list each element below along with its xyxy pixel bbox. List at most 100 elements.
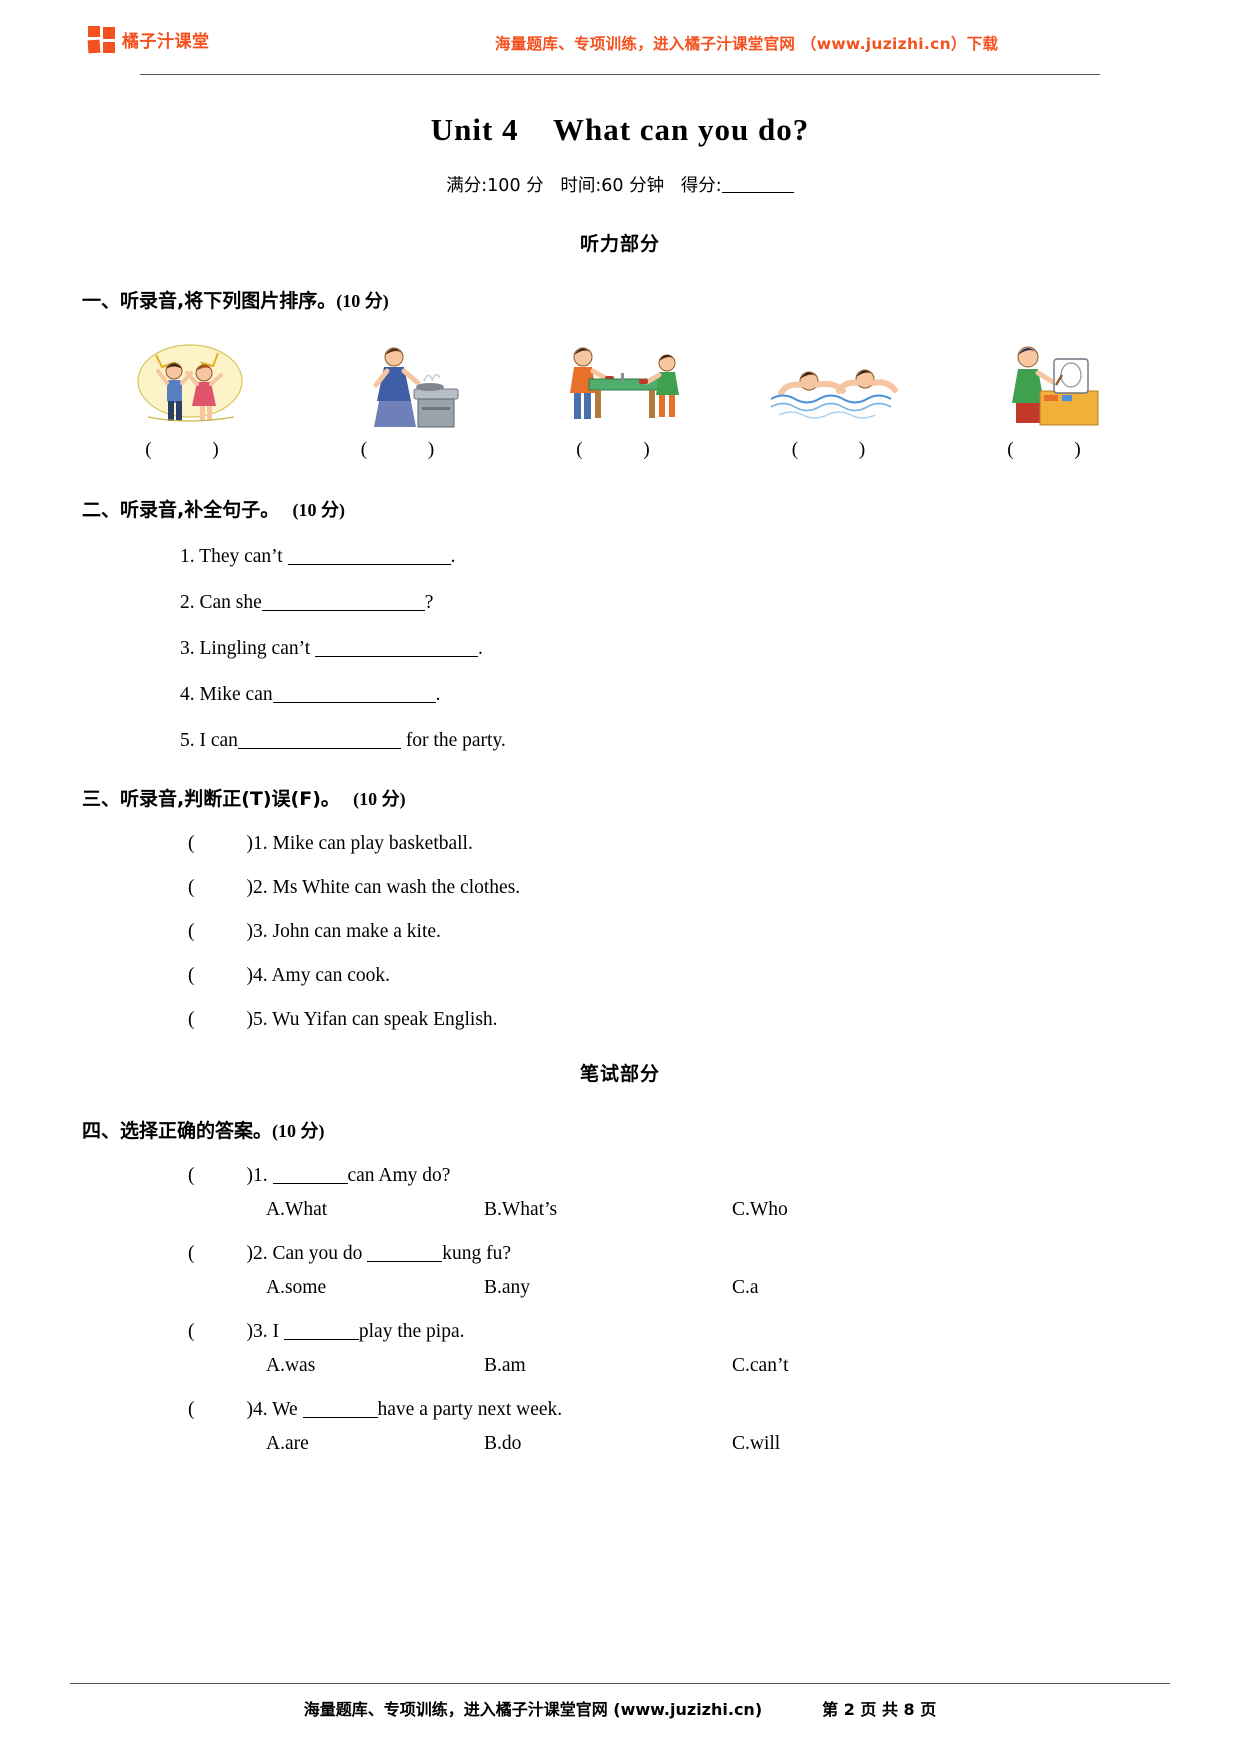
picture-cell-4[interactable]: ( ) xyxy=(765,337,915,461)
fill-item-5-num: 5. xyxy=(180,730,195,751)
picture-bracket-4[interactable]: ( ) xyxy=(786,439,893,461)
mc-item-2-after: kung fu? xyxy=(442,1243,512,1264)
mc-item-1-options: A.What B.What’s C.Who xyxy=(266,1199,1170,1221)
mc-item-2-stem[interactable]: ()2. Can you do kung fu? xyxy=(188,1243,1170,1265)
tf-item-5-text: Wu Yifan can speak English. xyxy=(272,1009,498,1030)
mc-item-2-option-c[interactable]: C.a xyxy=(732,1277,759,1299)
mc-item-4-options: A.are B.do C.will xyxy=(266,1433,1170,1455)
fill-item-4-after: . xyxy=(435,684,441,705)
fill-item-4-before: Mike can xyxy=(199,684,273,705)
mc-item-2-option-a[interactable]: A.some xyxy=(266,1277,484,1299)
mc-item-4-before: We xyxy=(267,1399,303,1420)
mc-item-2-blank[interactable] xyxy=(367,1261,443,1262)
score-blank[interactable] xyxy=(721,192,794,193)
footer-divider xyxy=(70,1683,1170,1684)
mc-item-2-options: A.some B.any C.a xyxy=(266,1277,1170,1299)
mc-item-3-before: I xyxy=(267,1321,284,1342)
fill-item-3: 3. Lingling can’t . xyxy=(180,638,1170,660)
mc-item-2-before: Can you do xyxy=(267,1243,368,1264)
mc-item-1-option-c[interactable]: C.Who xyxy=(732,1199,788,1221)
section-three-title: 三、听录音,判断正(T)误(F)。 xyxy=(82,788,340,810)
mc-item-3-option-a[interactable]: A.was xyxy=(266,1355,484,1377)
tf-item-4-text: Amy can cook. xyxy=(271,965,391,986)
mc-item-1-stem[interactable]: ()1. can Amy do? xyxy=(188,1165,1170,1187)
section-two-points: (10 分) xyxy=(292,500,345,520)
picture-bracket-1[interactable]: ( ) xyxy=(139,439,246,461)
section-one-heading: 一、听录音,将下列图片排序。(10 分) xyxy=(82,286,1170,313)
tf-item-3[interactable]: ()3. John can make a kite. xyxy=(188,921,1170,943)
score-label: 得分: xyxy=(680,176,722,196)
tf-item-4-num: 4. xyxy=(253,965,268,986)
fill-item-3-before: Lingling can’t xyxy=(199,638,316,659)
tf-item-3-num: 3. xyxy=(253,921,268,942)
mc-item-3-options: A.was B.am C.can’t xyxy=(266,1355,1170,1377)
picture-cell-2[interactable]: ( ) xyxy=(334,337,484,461)
mc-item-1-option-b[interactable]: B.What’s xyxy=(484,1199,732,1221)
mc-item-1-option-a[interactable]: A.What xyxy=(266,1199,484,1221)
fill-item-2-blank[interactable] xyxy=(261,610,425,611)
page-header: 橘子汁课堂 海量题库、专项训练，进入橘子汁课堂官网 （www.juzizhi.c… xyxy=(70,0,1170,76)
picture-bracket-2[interactable]: ( ) xyxy=(355,439,462,461)
fill-item-5-before: I can xyxy=(199,730,238,751)
tf-item-4[interactable]: ()4. Amy can cook. xyxy=(188,965,1170,987)
fill-item-1: 1. They can’t . xyxy=(180,546,1170,568)
picture-cell-1[interactable]: ( ) xyxy=(118,337,268,461)
mc-item-3-stem[interactable]: ()3. I play the pipa. xyxy=(188,1321,1170,1343)
fill-item-4-blank[interactable] xyxy=(272,702,436,703)
listening-part-banner: 听力部分 xyxy=(579,233,660,255)
brand-name: 橘子汁课堂 xyxy=(122,32,210,52)
brand-logo-group: 橘子汁课堂 xyxy=(87,26,210,54)
fill-item-4-num: 4. xyxy=(180,684,195,705)
time-limit-label: 时间:60 分钟 xyxy=(560,176,665,196)
section-one-points: (10 分) xyxy=(336,291,389,311)
section-one-title: 一、听录音,将下列图片排序。 xyxy=(82,290,337,312)
mc-item-4-after: have a party next week. xyxy=(377,1399,563,1420)
mc-item-3-option-b[interactable]: B.am xyxy=(484,1355,732,1377)
picture-bracket-3[interactable]: ( ) xyxy=(570,439,677,461)
picture-cell-5[interactable]: ( ) xyxy=(980,337,1130,461)
mc-item-3-option-c[interactable]: C.can’t xyxy=(732,1355,789,1377)
fill-item-5: 5. I can for the party. xyxy=(180,730,1170,752)
dance-party-picture xyxy=(118,337,268,435)
fill-item-2: 2. Can she? xyxy=(180,592,1170,614)
mc-item-4-option-a[interactable]: A.are xyxy=(266,1433,484,1455)
mc-item-4-num: 4. xyxy=(253,1399,268,1420)
mc-item-4-stem[interactable]: ()4. We have a party next week. xyxy=(188,1399,1170,1421)
section-four-heading: 四、选择正确的答案。(10 分) xyxy=(82,1116,1170,1143)
fill-item-1-num: 1. xyxy=(180,546,195,567)
page-number-label: 第 2 页 共 8 页 xyxy=(822,1700,937,1719)
mc-item-4-option-b[interactable]: B.do xyxy=(484,1433,732,1455)
mc-item-2-option-b[interactable]: B.any xyxy=(484,1277,732,1299)
tf-item-5-num: 5. xyxy=(253,1009,268,1030)
tf-item-1-num: 1. xyxy=(253,833,268,854)
section-three-heading: 三、听录音,判断正(T)误(F)。 (10 分) xyxy=(82,784,1170,811)
mc-item-4-blank[interactable] xyxy=(302,1417,378,1418)
page-footer: 海量题库、专项训练，进入橘子汁课堂官网 (www.juzizhi.cn) 第 2… xyxy=(70,1683,1170,1720)
tf-item-1-text: Mike can play basketball. xyxy=(272,833,473,854)
fill-item-4: 4. Mike can. xyxy=(180,684,1170,706)
mc-item-3-after: play the pipa. xyxy=(358,1321,465,1342)
tf-item-2[interactable]: ()2. Ms White can wash the clothes. xyxy=(188,877,1170,899)
drawing-picture xyxy=(980,337,1130,435)
fill-item-5-blank[interactable] xyxy=(237,748,401,749)
mc-item-1-blank[interactable] xyxy=(272,1183,348,1184)
mc-item-4-option-c[interactable]: C.will xyxy=(732,1433,780,1455)
picture-cell-3[interactable]: ( ) xyxy=(549,337,699,461)
written-part-banner: 笔试部分 xyxy=(579,1063,660,1085)
swimming-picture xyxy=(765,337,915,435)
full-marks-label: 满分:100 分 xyxy=(446,176,544,196)
tf-item-5[interactable]: ()5. Wu Yifan can speak English. xyxy=(188,1009,1170,1031)
picture-bracket-5[interactable]: ( ) xyxy=(1001,439,1108,461)
fill-item-3-blank[interactable] xyxy=(315,656,479,657)
mc-item-3-blank[interactable] xyxy=(283,1339,359,1340)
fill-item-1-blank[interactable] xyxy=(287,564,451,565)
fill-item-2-num: 2. xyxy=(180,592,195,613)
header-divider xyxy=(140,74,1100,75)
section-two-title: 二、听录音,补全句子。 xyxy=(82,499,280,521)
fill-item-5-after: for the party. xyxy=(400,730,506,751)
tf-item-2-text: Ms White can wash the clothes. xyxy=(272,877,521,898)
page-title: Unit 4 What can you do? xyxy=(430,112,810,147)
tf-item-1[interactable]: ()1. Mike can play basketball. xyxy=(188,833,1170,855)
fill-item-1-after: . xyxy=(450,546,456,567)
exam-meta: 满分:100 分 时间:60 分钟 得分: xyxy=(70,172,1170,197)
